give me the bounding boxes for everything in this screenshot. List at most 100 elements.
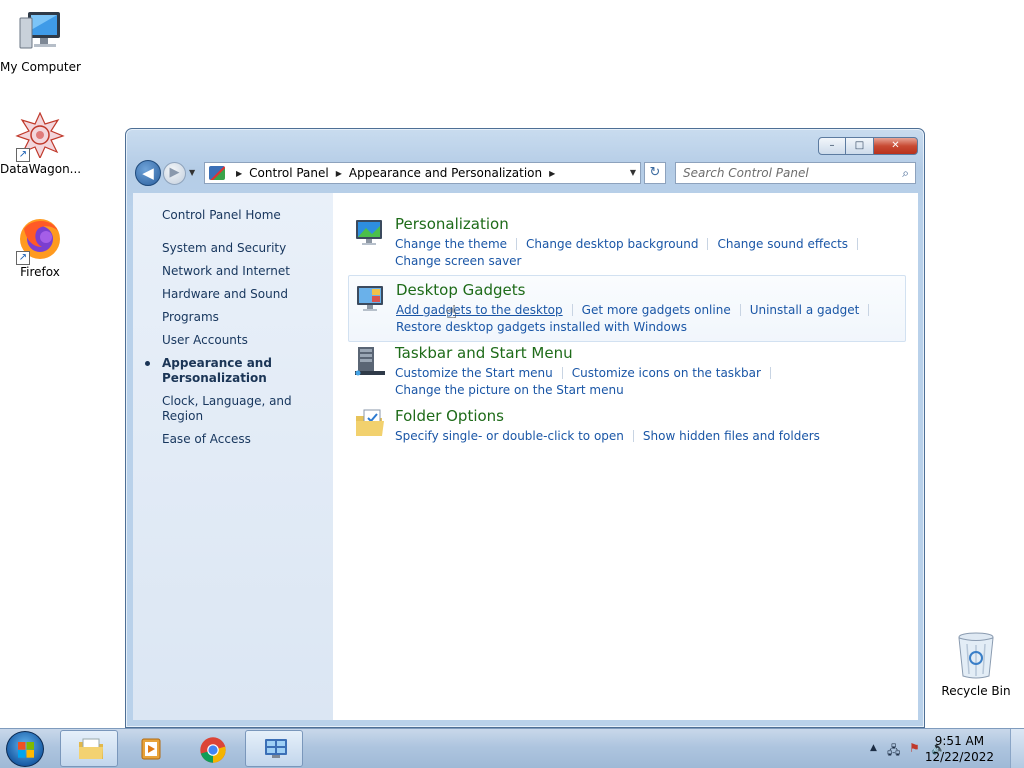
action-center-icon[interactable]: ⚑ xyxy=(909,741,920,755)
category-title[interactable]: Desktop Gadgets xyxy=(396,281,899,300)
link-separator xyxy=(632,430,634,442)
link-change-theme[interactable]: Change the theme xyxy=(395,237,507,251)
link-get-more-gadgets[interactable]: Get more gadgets online xyxy=(582,303,731,317)
category-links: Add gadgets to the desktop Get more gadge… xyxy=(396,302,899,336)
show-desktop-button[interactable] xyxy=(1010,729,1024,768)
link-change-start-picture[interactable]: Change the picture on the Start menu xyxy=(395,383,624,397)
back-button[interactable]: ◀ xyxy=(135,160,161,186)
link-separator xyxy=(739,304,741,316)
link-separator xyxy=(857,238,859,250)
sidebar-item-user-accounts[interactable]: User Accounts xyxy=(162,333,333,348)
chevron-right-icon[interactable]: ▶ xyxy=(336,169,342,178)
link-separator xyxy=(571,304,573,316)
search-placeholder: Search Control Panel xyxy=(683,166,809,180)
category-title[interactable]: Taskbar and Start Menu xyxy=(395,344,900,363)
system-tray: ▲ 🖧 ⚑ 🔊 9:51 AM 12/22/2022 xyxy=(844,729,1024,768)
sidebar-item-appearance[interactable]: Appearance and Personalization xyxy=(145,356,272,386)
chevron-right-icon[interactable]: ▶ xyxy=(549,169,555,178)
category-links: Change the theme Change desktop backgroun… xyxy=(395,236,900,270)
active-bullet-icon xyxy=(145,361,150,366)
taskbar-start-menu-icon xyxy=(355,347,385,376)
control-panel-icon xyxy=(265,739,287,758)
desktop-icon-label: Recycle Bin xyxy=(941,684,1011,698)
sidebar-item-network[interactable]: Network and Internet xyxy=(162,264,333,279)
taskbar-control-panel-button[interactable] xyxy=(245,730,303,767)
sidebar: Control Panel Home System and Security N… xyxy=(133,193,333,720)
sidebar-item-label: Appearance and Personalization xyxy=(162,356,272,385)
window-controls: – □ ✕ xyxy=(818,137,918,155)
link-change-sound-effects[interactable]: Change sound effects xyxy=(717,237,848,251)
control-panel-window: – □ ✕ ◀ ▶ ▼ ▶ Control Panel ▶ Appearance… xyxy=(125,128,925,728)
category-folder-options: Folder Options Specify single- or double… xyxy=(348,402,906,450)
clock-time: 9:51 AM xyxy=(934,734,985,748)
link-single-double-click[interactable]: Specify single- or double-click to open xyxy=(395,429,624,443)
category-title[interactable]: Folder Options xyxy=(395,407,900,426)
desktop-icon-label: DataWagon... xyxy=(0,162,82,176)
computer-icon xyxy=(19,12,60,49)
folder-options-icon xyxy=(356,409,384,436)
desktop-icon-recycle-bin[interactable]: Recycle Bin xyxy=(936,630,1016,698)
start-button[interactable] xyxy=(6,731,44,767)
link-change-desktop-background[interactable]: Change desktop background xyxy=(526,237,698,251)
address-bar[interactable]: ▶ Control Panel ▶ Appearance and Persona… xyxy=(204,162,641,184)
forward-button[interactable]: ▶ xyxy=(163,162,186,185)
link-customize-start-menu[interactable]: Customize the Start menu xyxy=(395,366,553,380)
recent-pages-dropdown[interactable]: ▼ xyxy=(189,168,195,177)
content-pane: Personalization Change the theme Change d… xyxy=(333,193,918,720)
desktop-icon-datawagon[interactable]: ↗ DataWagon... xyxy=(0,112,82,176)
sidebar-home-link[interactable]: Control Panel Home xyxy=(162,208,281,222)
desktop-gadgets-icon xyxy=(357,286,383,311)
hand-cursor-icon: ☝ xyxy=(446,302,457,323)
minimize-button[interactable]: – xyxy=(818,137,846,155)
desktop-icon-label: Firefox xyxy=(20,265,60,279)
navigation-bar: ◀ ▶ ▼ ▶ Control Panel ▶ Appearance and P… xyxy=(134,159,916,187)
shortcut-arrow-icon: ↗ xyxy=(16,148,30,162)
chevron-right-icon[interactable]: ▶ xyxy=(236,169,242,178)
address-dropdown[interactable]: ▼ xyxy=(630,168,636,177)
category-desktop-gadgets: Desktop Gadgets Add gadgets to the deskt… xyxy=(348,275,906,342)
category-taskbar-start-menu: Taskbar and Start Menu Customize the Sta… xyxy=(348,339,906,404)
search-input[interactable]: Search Control Panel ⌕ xyxy=(675,162,916,184)
explorer-icon xyxy=(79,738,103,759)
control-panel-icon xyxy=(209,166,225,180)
category-title[interactable]: Personalization xyxy=(395,215,900,234)
taskbar-media-player-button[interactable] xyxy=(121,730,179,767)
clock[interactable]: 9:51 AM 12/22/2022 xyxy=(925,733,994,765)
clock-date: 12/22/2022 xyxy=(924,750,994,764)
link-show-hidden-files[interactable]: Show hidden files and folders xyxy=(643,429,820,443)
sidebar-item-ease-of-access[interactable]: Ease of Access xyxy=(162,432,333,447)
category-personalization: Personalization Change the theme Change d… xyxy=(348,210,906,275)
desktop-icon-label: My Computer xyxy=(0,60,81,74)
link-separator xyxy=(707,238,709,250)
search-icon[interactable]: ⌕ xyxy=(902,166,909,181)
maximize-button[interactable]: □ xyxy=(846,137,874,155)
taskbar: ▲ 🖧 ⚑ 🔊 9:51 AM 12/22/2022 xyxy=(0,728,1024,768)
link-uninstall-gadget[interactable]: Uninstall a gadget xyxy=(750,303,860,317)
link-restore-gadgets[interactable]: Restore desktop gadgets installed with W… xyxy=(396,320,687,334)
taskbar-explorer-button[interactable] xyxy=(60,730,118,767)
show-hidden-icons-button[interactable]: ▲ xyxy=(870,743,877,753)
shortcut-arrow-icon: ↗ xyxy=(16,251,30,265)
link-separator xyxy=(561,367,563,379)
close-button[interactable]: ✕ xyxy=(874,137,918,155)
breadcrumb-control-panel[interactable]: Control Panel xyxy=(249,166,329,180)
network-icon[interactable]: 🖧 xyxy=(887,741,900,762)
link-add-gadgets[interactable]: Add gadgets to the desktop xyxy=(396,303,563,317)
link-separator xyxy=(868,304,870,316)
desktop-icon-my-computer[interactable]: My Computer xyxy=(0,10,81,74)
link-change-screen-saver[interactable]: Change screen saver xyxy=(395,254,522,268)
recycle-bin-icon xyxy=(958,632,994,679)
refresh-button[interactable]: ↻ xyxy=(644,162,666,184)
sidebar-item-programs[interactable]: Programs xyxy=(162,310,333,325)
category-links: Customize the Start menu Customize icons … xyxy=(395,365,900,399)
link-separator xyxy=(516,238,518,250)
sidebar-item-hardware[interactable]: Hardware and Sound xyxy=(162,287,333,302)
desktop-icon-firefox[interactable]: ↗ Firefox xyxy=(0,215,80,279)
category-links: Specify single- or double-click to open S… xyxy=(395,428,900,445)
sidebar-item-clock-language[interactable]: Clock, Language, and Region xyxy=(162,394,333,424)
chrome-icon xyxy=(200,737,226,763)
breadcrumb-appearance[interactable]: Appearance and Personalization xyxy=(349,166,542,180)
taskbar-chrome-button[interactable] xyxy=(183,730,241,767)
sidebar-item-system-security[interactable]: System and Security xyxy=(162,241,333,256)
link-customize-taskbar-icons[interactable]: Customize icons on the taskbar xyxy=(572,366,761,380)
